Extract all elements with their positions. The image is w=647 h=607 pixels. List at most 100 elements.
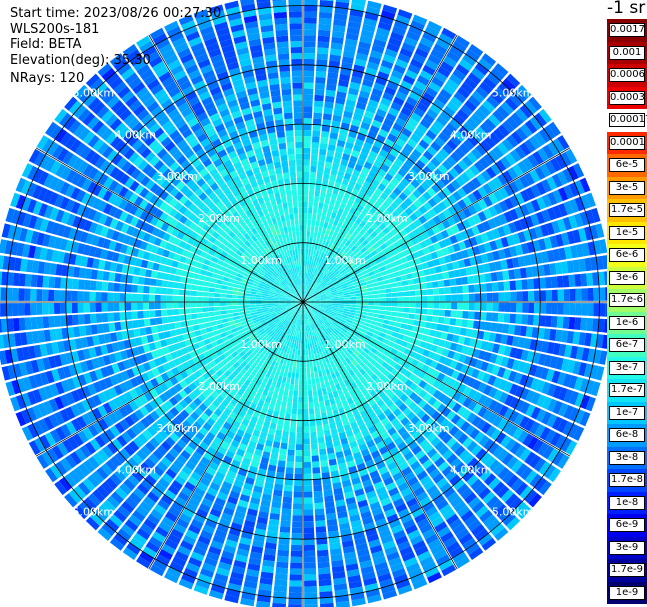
ray-gate [231,305,239,310]
ray-gate [444,287,452,294]
ray-gate [272,392,279,400]
ray-gate [220,310,227,315]
ray-gate [202,291,209,297]
ray-gate [237,295,245,299]
ray-gate [527,278,534,290]
ray-gate [290,419,297,427]
ray-gate [166,309,174,316]
ray-gate [148,302,155,310]
ray-gate [232,312,240,317]
ray-gate [377,318,385,324]
ray-gate [287,449,295,456]
ray-gate [137,311,144,319]
ray-gate [249,293,257,297]
ray-gate [294,378,299,385]
ray-gate [318,154,326,162]
ray-gate [321,466,330,473]
ray-gate [317,35,330,43]
ray-gate [271,447,280,455]
ray-gate [317,561,330,569]
ray-gate [387,325,395,331]
ray-gate [36,316,44,329]
ray-gate [101,292,108,302]
ray-gate [137,285,144,293]
ray-gate [160,309,168,317]
ray-gate [355,307,362,312]
ray-gate [393,271,401,278]
ray-gate [285,407,292,415]
ray-gate [125,293,132,302]
ray-gate [0,303,7,317]
ray-gate [197,318,205,324]
ray-gate [372,313,380,318]
ray-gate [59,302,67,314]
ray-gate [53,289,61,302]
ray-gate [226,286,234,291]
ray-gate [291,414,297,421]
ray-gate [24,303,31,316]
ray-gate [244,307,251,312]
ray-gate [290,550,303,557]
ray-gate [303,373,307,380]
ray-gate [314,508,325,516]
ray-gate [580,317,588,331]
ray-gate [306,366,311,374]
ray-gate [294,384,299,391]
ray-gate [316,425,323,432]
ray-gate [304,568,317,575]
ray-gate [303,159,310,166]
ray-gate [291,532,303,540]
ray-gate [361,311,368,316]
ray-gate [303,337,306,344]
ray-gate [288,365,293,373]
ray-gate [587,303,594,317]
ray-gate [154,287,162,294]
ray-gate [314,371,319,379]
ray-gate [307,225,311,232]
ray-gate [521,279,528,290]
ray-gate [288,592,302,599]
ray-gate [313,106,323,114]
ray-gate [274,483,284,491]
ray-gate [196,291,203,297]
ray-gate [102,323,110,333]
ray-gate [450,310,457,318]
ray-gate [373,306,380,310]
ray-gate [415,290,422,296]
ray-gate [516,302,523,313]
ray-gate [312,467,321,474]
ray-gate [391,297,398,302]
ray-gate [95,313,103,323]
ray-gate [313,112,323,120]
ray-gate [283,389,289,396]
ray-gate [323,393,329,401]
ray-gate [320,382,326,389]
ray-gate [383,279,390,285]
ray-gate [288,443,295,451]
ray-gate [290,378,295,385]
ray-gate [455,277,463,286]
ray-gate [309,237,313,244]
ray-gate [303,432,310,439]
ray-gate [462,302,470,311]
ray-gate [368,302,375,306]
ray-gate [344,304,351,307]
ray-gate [303,218,308,226]
ray-gate [387,273,395,279]
ray-gate [291,408,297,415]
ray-gate [274,405,281,413]
ray-gate [114,273,122,283]
ray-gate [325,155,334,163]
ray-gate [281,508,292,516]
ray-gate [220,306,227,311]
ray-gate [308,243,313,250]
ray-gate [292,521,303,528]
ray-gate [243,302,250,305]
ray-gate [255,304,262,307]
ray-gate [461,319,469,328]
ray-gate [436,272,444,281]
ray-gate [314,225,319,233]
ray-gate [166,302,173,309]
ray-gate [312,130,321,137]
ray-gate [403,307,410,313]
